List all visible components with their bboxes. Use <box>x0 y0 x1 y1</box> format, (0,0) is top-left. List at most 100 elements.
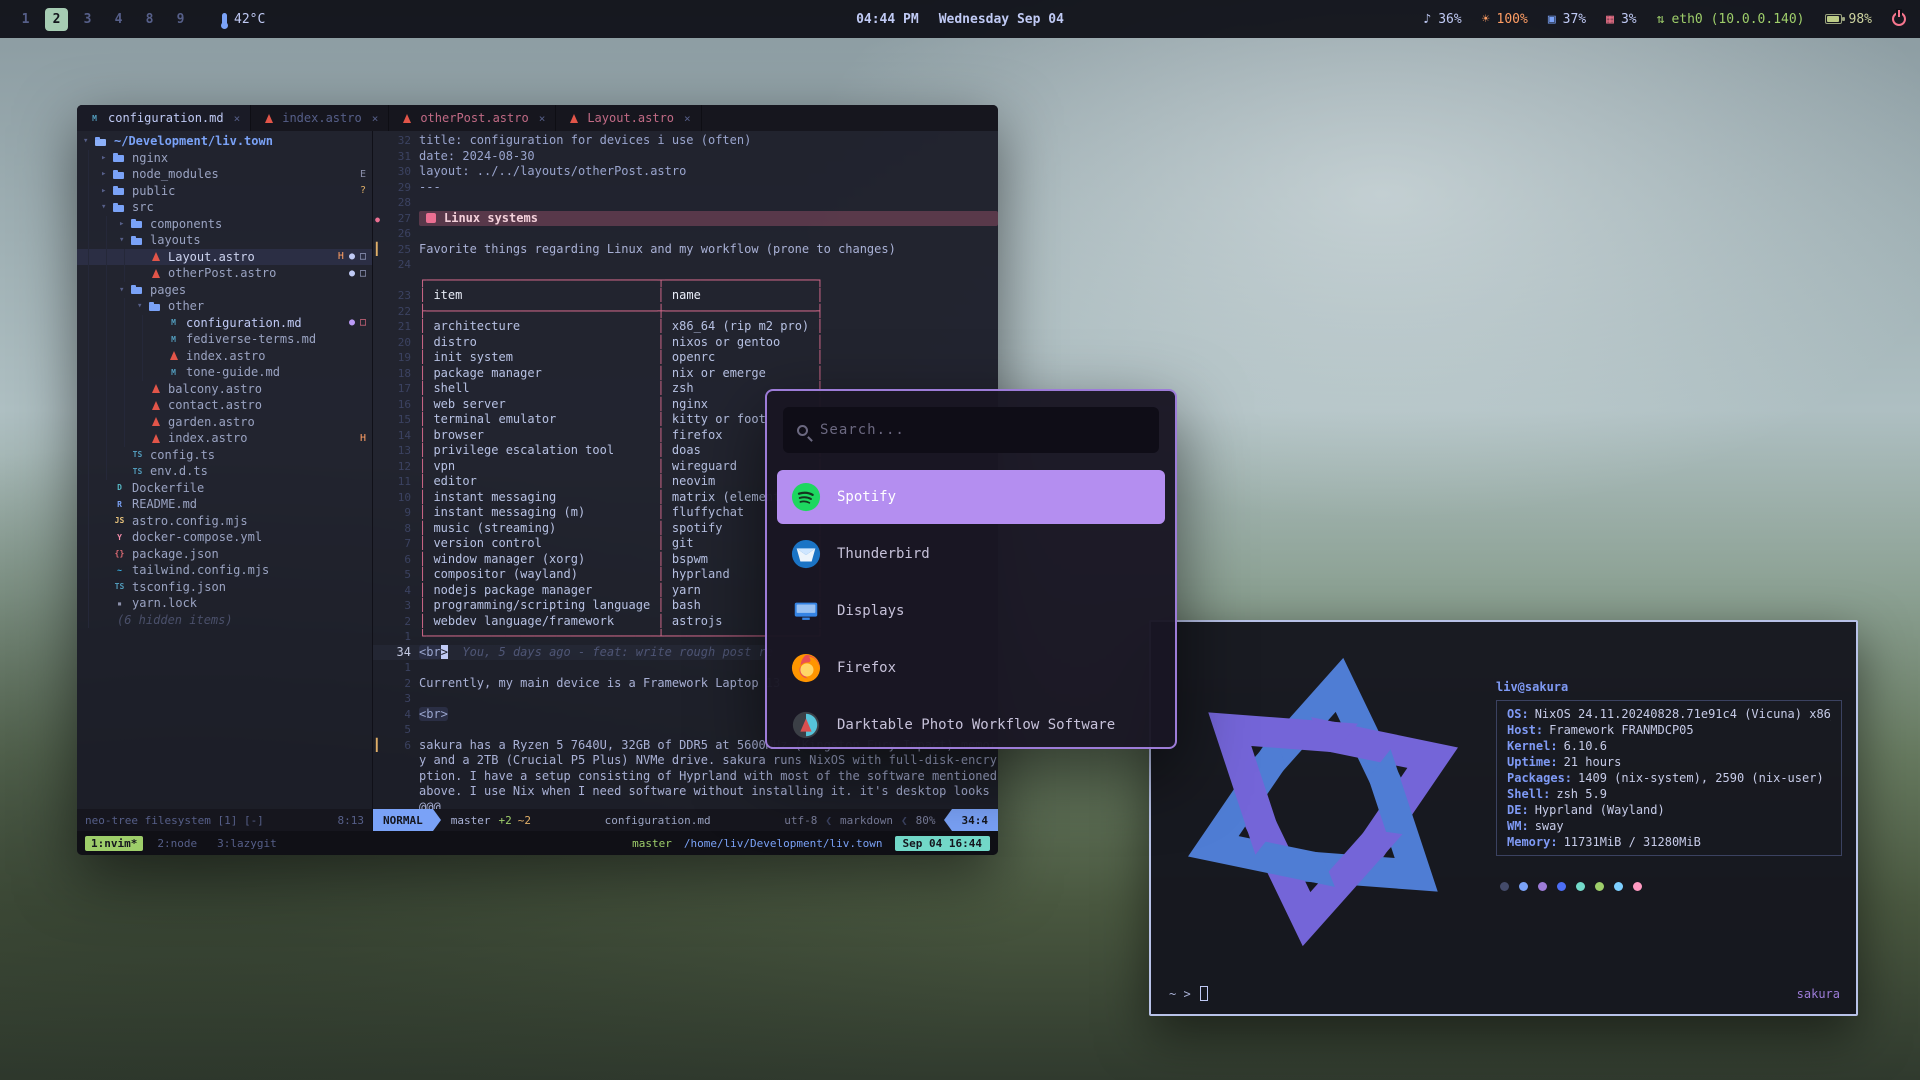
fastfetch-terminal[interactable]: liv@sakura OS:NixOS 24.11.20240828.71e91… <box>1149 620 1858 1016</box>
tree-item-label: garden.astro <box>168 415 255 429</box>
tree-item-label: otherPost.astro <box>168 266 276 280</box>
line-number: 7 <box>386 536 419 552</box>
network-module[interactable]: ⇅ eth0 (10.0.0.140) <box>1657 12 1805 27</box>
close-icon[interactable]: × <box>234 112 241 125</box>
launcher-item-spotify[interactable]: Spotify <box>777 470 1165 524</box>
workspace-button-9[interactable]: 9 <box>169 8 192 31</box>
tree-item-otherPost.astro[interactable]: otherPost.astro●□ <box>77 265 372 282</box>
tree-item-label: node_modules <box>132 167 219 181</box>
line-number: 1 <box>386 629 419 645</box>
editor-tab-index.astro[interactable]: index.astro× <box>251 105 389 131</box>
tree-item-label: contact.astro <box>168 398 262 412</box>
chevron-open-icon: ▾ <box>137 301 148 311</box>
chevron-closed-icon: ▸ <box>101 169 112 179</box>
line-number: 8 <box>386 521 419 537</box>
tree-item-node_modules[interactable]: ▸node_modulesE <box>77 166 372 183</box>
power-module[interactable] <box>1892 12 1906 26</box>
launcher-item-darktable-photo-workflow-software[interactable]: Darktable Photo Workflow Software <box>777 698 1165 747</box>
thunderbird-icon <box>791 539 821 569</box>
tmux-window-3lazygit[interactable]: 3:lazygit <box>211 836 283 851</box>
battery-module[interactable]: 98% <box>1825 12 1872 27</box>
close-icon[interactable]: × <box>539 112 546 125</box>
close-icon[interactable]: × <box>684 112 691 125</box>
tree-item-README.md[interactable]: RREADME.md <box>77 496 372 513</box>
tree-item-balcony.astro[interactable]: balcony.astro <box>77 381 372 398</box>
tree-item-garden.astro[interactable]: garden.astro <box>77 414 372 431</box>
md-file-icon: M <box>166 332 181 347</box>
tree-item-package.json[interactable]: {}package.json <box>77 546 372 563</box>
tree-item-configuration.md[interactable]: Mconfiguration.md●□ <box>77 315 372 332</box>
editor-line: 30layout: ../../layouts/otherPost.astro <box>373 164 998 180</box>
shell-prompt[interactable]: ~ > <box>1169 986 1208 1001</box>
workspace-button-8[interactable]: 8 <box>138 8 161 31</box>
tree-item-layouts[interactable]: ▾layouts <box>77 232 372 249</box>
tree-item-docker-compose.yml[interactable]: Ydocker-compose.yml <box>77 529 372 546</box>
tree-item-tsconfig.json[interactable]: TStsconfig.json <box>77 579 372 596</box>
editor-tab-configuration.md[interactable]: Mconfiguration.md× <box>77 105 251 131</box>
indent-guide <box>106 447 119 464</box>
volume-module[interactable]: ♪ 36% <box>1423 12 1461 27</box>
line-number: 31 <box>386 149 419 165</box>
indent-guide <box>106 331 119 348</box>
fetch-value: zsh 5.9 <box>1556 786 1607 802</box>
workspace-button-4[interactable]: 4 <box>107 8 130 31</box>
fetch-value: sway <box>1535 818 1564 834</box>
launcher-item-thunderbird[interactable]: Thunderbird <box>777 527 1165 581</box>
launcher-search-input[interactable]: Search... <box>783 407 1159 453</box>
indent-guide <box>124 430 137 447</box>
tree-item-pages[interactable]: ▾pages <box>77 282 372 299</box>
clock-module[interactable]: 04:44 PM Wednesday Sep 04 <box>856 12 1064 27</box>
tree-item-public[interactable]: ▸public? <box>77 183 372 200</box>
line-number: 5 <box>386 567 419 583</box>
tree-item-src[interactable]: ▾src <box>77 199 372 216</box>
disk-module[interactable]: ▣ 37% <box>1548 12 1586 27</box>
tree-item-6hiddenitems[interactable]: (6 hidden items) <box>77 612 372 629</box>
workspace-button-2[interactable]: 2 <box>45 8 68 31</box>
fetch-value: 11731MiB / 31280MiB <box>1564 834 1701 850</box>
indent-guide <box>106 232 119 249</box>
tree-item-Dockerfile[interactable]: DDockerfile <box>77 480 372 497</box>
line-number: 13 <box>386 443 419 459</box>
tmux-window-1nvim[interactable]: 1:nvim* <box>85 836 143 851</box>
tree-item-Layout.astro[interactable]: Layout.astroH●□ <box>77 249 372 266</box>
tree-item-fediverse-terms.md[interactable]: Mfediverse-terms.md <box>77 331 372 348</box>
workspace-button-1[interactable]: 1 <box>14 8 37 31</box>
workspace-button-3[interactable]: 3 <box>76 8 99 31</box>
astro-file-icon <box>148 414 163 429</box>
tree-item-label: yarn.lock <box>132 596 197 610</box>
cpu-module[interactable]: ▦ 3% <box>1606 12 1636 27</box>
tree-item-tailwind.config.mjs[interactable]: ~tailwind.config.mjs <box>77 562 372 579</box>
temperature-module[interactable]: 42°C <box>222 12 265 27</box>
gutter-sign <box>373 490 386 506</box>
indent-guide <box>106 216 119 233</box>
line-number: 4 <box>386 583 419 599</box>
folderopen-file-icon <box>94 134 109 149</box>
tree-item-badges: H <box>360 433 366 444</box>
tree-item-yarn.lock[interactable]: ▪yarn.lock <box>77 595 372 612</box>
tree-item-tone-guide.md[interactable]: Mtone-guide.md <box>77 364 372 381</box>
close-icon[interactable]: × <box>372 112 379 125</box>
gutter-sign <box>373 521 386 537</box>
tmux-window-2node[interactable]: 2:node <box>151 836 203 851</box>
tree-item-contact.astro[interactable]: contact.astro <box>77 397 372 414</box>
tree-item-index.astro[interactable]: index.astro <box>77 348 372 365</box>
launcher-item-label: Spotify <box>837 489 896 505</box>
gutter-sign-bar <box>373 242 386 258</box>
git-diff-modified: ~2 <box>518 814 531 827</box>
tree-item-config.ts[interactable]: TSconfig.ts <box>77 447 372 464</box>
editor-tab-Layout.astro[interactable]: Layout.astro× <box>556 105 701 131</box>
tree-item-Developmentliv.town[interactable]: ▾~/Development/liv.town <box>77 133 372 150</box>
tree-item-astro.config.mjs[interactable]: JSastro.config.mjs <box>77 513 372 530</box>
network-value: eth0 (10.0.0.140) <box>1671 12 1804 27</box>
tree-item-env.d.ts[interactable]: TSenv.d.ts <box>77 463 372 480</box>
tree-item-index.astro[interactable]: index.astroH <box>77 430 372 447</box>
indent-guide <box>88 447 101 464</box>
tree-item-components[interactable]: ▸components <box>77 216 372 233</box>
tree-item-nginx[interactable]: ▸nginx <box>77 150 372 167</box>
editor-tab-otherPost.astro[interactable]: otherPost.astro× <box>389 105 556 131</box>
tree-item-other[interactable]: ▾other <box>77 298 372 315</box>
line-number: 24 <box>386 257 419 273</box>
launcher-item-firefox[interactable]: Firefox <box>777 641 1165 695</box>
launcher-item-displays[interactable]: Displays <box>777 584 1165 638</box>
brightness-module[interactable]: ☀ 100% <box>1482 12 1528 27</box>
